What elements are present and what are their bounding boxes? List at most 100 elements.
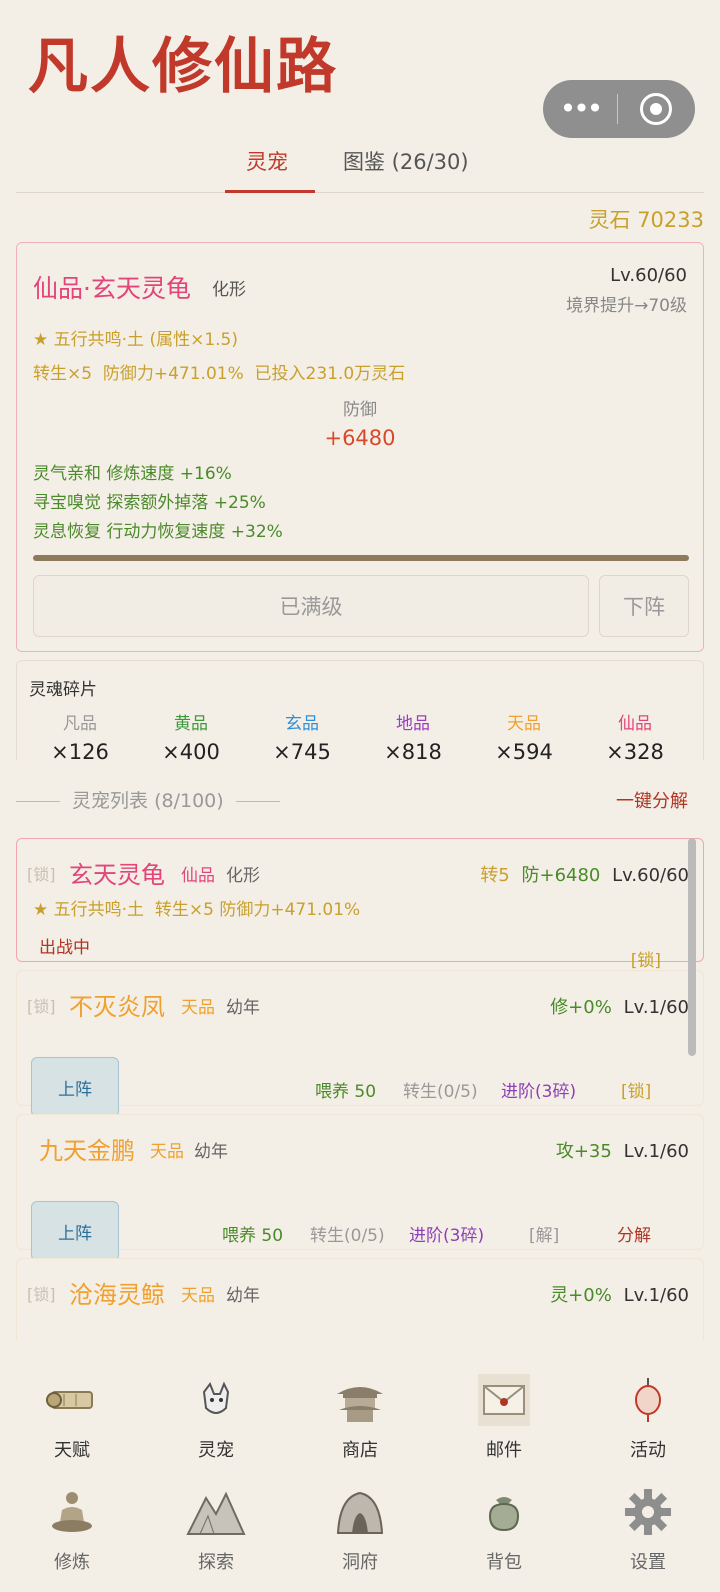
tab-pets[interactable]: 灵宠: [246, 146, 288, 176]
nav-item-meditation[interactable]: 修炼: [0, 1482, 144, 1574]
equip-button[interactable]: 上阵: [31, 1057, 119, 1117]
nav-item-pavilion[interactable]: 商店: [288, 1370, 432, 1462]
nav-label: 天赋: [54, 1440, 90, 1461]
element-resonance: ★ 五行共鸣·土 (属性×1.5): [33, 330, 238, 350]
fragment-grade: 地品: [396, 714, 430, 734]
pet-item-grade: 天品: [181, 998, 215, 1018]
fragment-grade: 玄品: [285, 714, 319, 734]
nav-label: 活动: [630, 1440, 666, 1461]
lock-toggle[interactable]: [锁]: [621, 1077, 651, 1102]
nav-label: 设置: [630, 1552, 666, 1573]
defense-label: 防御: [343, 400, 377, 420]
envelope-icon: [474, 1370, 534, 1430]
buff-line: 灵息恢复 行动力恢复速度 +32%: [33, 522, 283, 542]
nav-item-lantern[interactable]: 活动: [576, 1370, 720, 1462]
fragment-grade: 天品: [507, 714, 541, 734]
advance-button[interactable]: 进阶(3碎): [409, 1221, 484, 1246]
bag-icon: [474, 1482, 534, 1542]
advance-button[interactable]: 进阶(3碎): [501, 1077, 576, 1102]
pet-item-summary: 转5 防+6480 Lv.60/60: [480, 861, 689, 887]
fragment-count: ×400: [162, 740, 220, 764]
nav-item-scroll[interactable]: 天赋: [0, 1370, 144, 1462]
fragment-count: ×126: [51, 740, 109, 764]
pet-list-item[interactable]: [锁] 沧海灵鲸 天品 幼年 灵+0% Lv.1/60: [16, 1258, 704, 1341]
nav-item-envelope[interactable]: 邮件: [432, 1370, 576, 1462]
nav-label: 灵宠: [198, 1440, 234, 1461]
pet-list: [锁] 玄天灵龟 仙品 化形 转5 防+6480 Lv.60/60 ★ 五行共鸣…: [16, 838, 704, 1341]
decompose-button[interactable]: 分解: [617, 1221, 651, 1246]
close-miniprogram-button[interactable]: [618, 93, 694, 125]
rebirth-button[interactable]: 转生(0/5): [403, 1077, 478, 1102]
fragment-grade: 凡品: [63, 714, 97, 734]
pet-level: Lv.60/60: [610, 265, 687, 286]
nav-label: 洞府: [342, 1552, 378, 1573]
lock-toggle[interactable]: [锁]: [631, 946, 661, 971]
feed-button[interactable]: 喂养 50: [315, 1077, 376, 1102]
pet-list-scrollbar[interactable]: [688, 838, 696, 1056]
fragment-count: ×818: [384, 740, 442, 764]
nav-item-cave[interactable]: 洞府: [288, 1482, 432, 1574]
pet-item-level: Lv.60/60: [612, 865, 689, 886]
feed-button[interactable]: 喂养 50: [222, 1221, 283, 1246]
defense-value: +6480: [324, 426, 396, 450]
level-progress-fill: [33, 555, 689, 561]
pet-item-age: 幼年: [226, 1286, 260, 1306]
unequip-button[interactable]: 下阵: [599, 575, 689, 637]
nav-item-bag[interactable]: 背包: [432, 1482, 576, 1574]
pet-list-header: 灵宠列表 (8/100): [16, 786, 280, 813]
buff-line: 寻宝嗅觉 探索额外掉落 +25%: [33, 493, 266, 513]
pet-item-detail: ★ 五行共鸣·土 转生×5 防御力+471.01%: [33, 900, 361, 920]
fragment-item: 黄品 ×400: [141, 709, 241, 764]
rebirth-button[interactable]: 转生(0/5): [310, 1221, 385, 1246]
pet-item-stat: 修+0%: [550, 997, 612, 1018]
fragment-item: 玄品 ×745: [252, 709, 352, 764]
pet-list-item[interactable]: 九天金鹏 天品 幼年 攻+35 Lv.1/60 上阵 喂养 50 转生(0/5)…: [16, 1114, 704, 1261]
nav-item-gear[interactable]: 设置: [576, 1482, 720, 1574]
pet-item-name: 玄天灵龟: [69, 861, 165, 889]
nav-item-fox[interactable]: 灵宠: [144, 1370, 288, 1462]
tab-collection[interactable]: 图鉴 (26/30): [343, 146, 469, 176]
pet-item-age: 幼年: [194, 1142, 228, 1162]
nav-label: 背包: [486, 1552, 522, 1573]
decompose-all-button[interactable]: 一键分解: [616, 787, 688, 813]
fragment-item: 仙品 ×328: [585, 709, 685, 764]
pet-list-title: 灵宠列表 (8/100): [72, 790, 224, 812]
fragment-count: ×328: [606, 740, 664, 764]
equip-button[interactable]: 上阵: [31, 1201, 119, 1261]
nav-item-mountain[interactable]: 探索: [144, 1482, 288, 1574]
pet-stats: 转生×5 防御力+471.01% 已投入231.0万灵石: [33, 364, 406, 384]
pavilion-icon: [330, 1370, 390, 1430]
gear-icon: [618, 1482, 678, 1542]
more-icon[interactable]: •••: [543, 80, 617, 138]
scroll-icon: [42, 1370, 102, 1430]
lock-tag[interactable]: [锁]: [27, 1281, 56, 1305]
fragment-count: ×745: [273, 740, 331, 764]
lock-tag[interactable]: [锁]: [27, 861, 56, 885]
spirit-stones-balance: 灵石 70233: [588, 208, 704, 232]
max-level-button[interactable]: 已满级: [33, 575, 589, 637]
fragment-grade: 仙品: [618, 714, 652, 734]
lantern-icon: [618, 1370, 678, 1430]
realm-upgrade-hint: 境界提升→70级: [566, 296, 687, 316]
active-tab-indicator: [225, 190, 315, 193]
unlock-toggle[interactable]: [解]: [529, 1221, 559, 1246]
cave-icon: [330, 1482, 390, 1542]
nav-label: 邮件: [486, 1440, 522, 1461]
buff-line: 灵气亲和 修炼速度 +16%: [33, 464, 232, 484]
pet-item-level: Lv.1/60: [623, 1285, 689, 1306]
pet-name: 仙品·玄天灵龟: [33, 274, 191, 303]
pet-list-item[interactable]: [锁] 玄天灵龟 仙品 化形 转5 防+6480 Lv.60/60 ★ 五行共鸣…: [16, 838, 704, 971]
pet-item-summary: 攻+35 Lv.1/60: [556, 1137, 689, 1163]
pet-item-name: 沧海灵鲸: [69, 1281, 165, 1309]
lock-tag[interactable]: [锁]: [27, 993, 56, 1017]
target-icon: [640, 93, 672, 125]
fragment-item: 凡品 ×126: [30, 709, 130, 764]
pet-item-stat: 攻+35: [555, 1141, 612, 1162]
pet-item-grade: 天品: [181, 1286, 215, 1306]
pet-item-name: 九天金鹏: [39, 1137, 135, 1165]
pet-item-name: 不灭炎凤: [69, 993, 165, 1021]
pet-item-stat: 灵+0%: [550, 1285, 612, 1306]
pet-list-item[interactable]: [锁] 不灭炎凤 天品 幼年 修+0% Lv.1/60 上阵 喂养 50 转生(…: [16, 970, 704, 1117]
fox-icon: [186, 1370, 246, 1430]
pet-form: 化形: [212, 280, 246, 300]
